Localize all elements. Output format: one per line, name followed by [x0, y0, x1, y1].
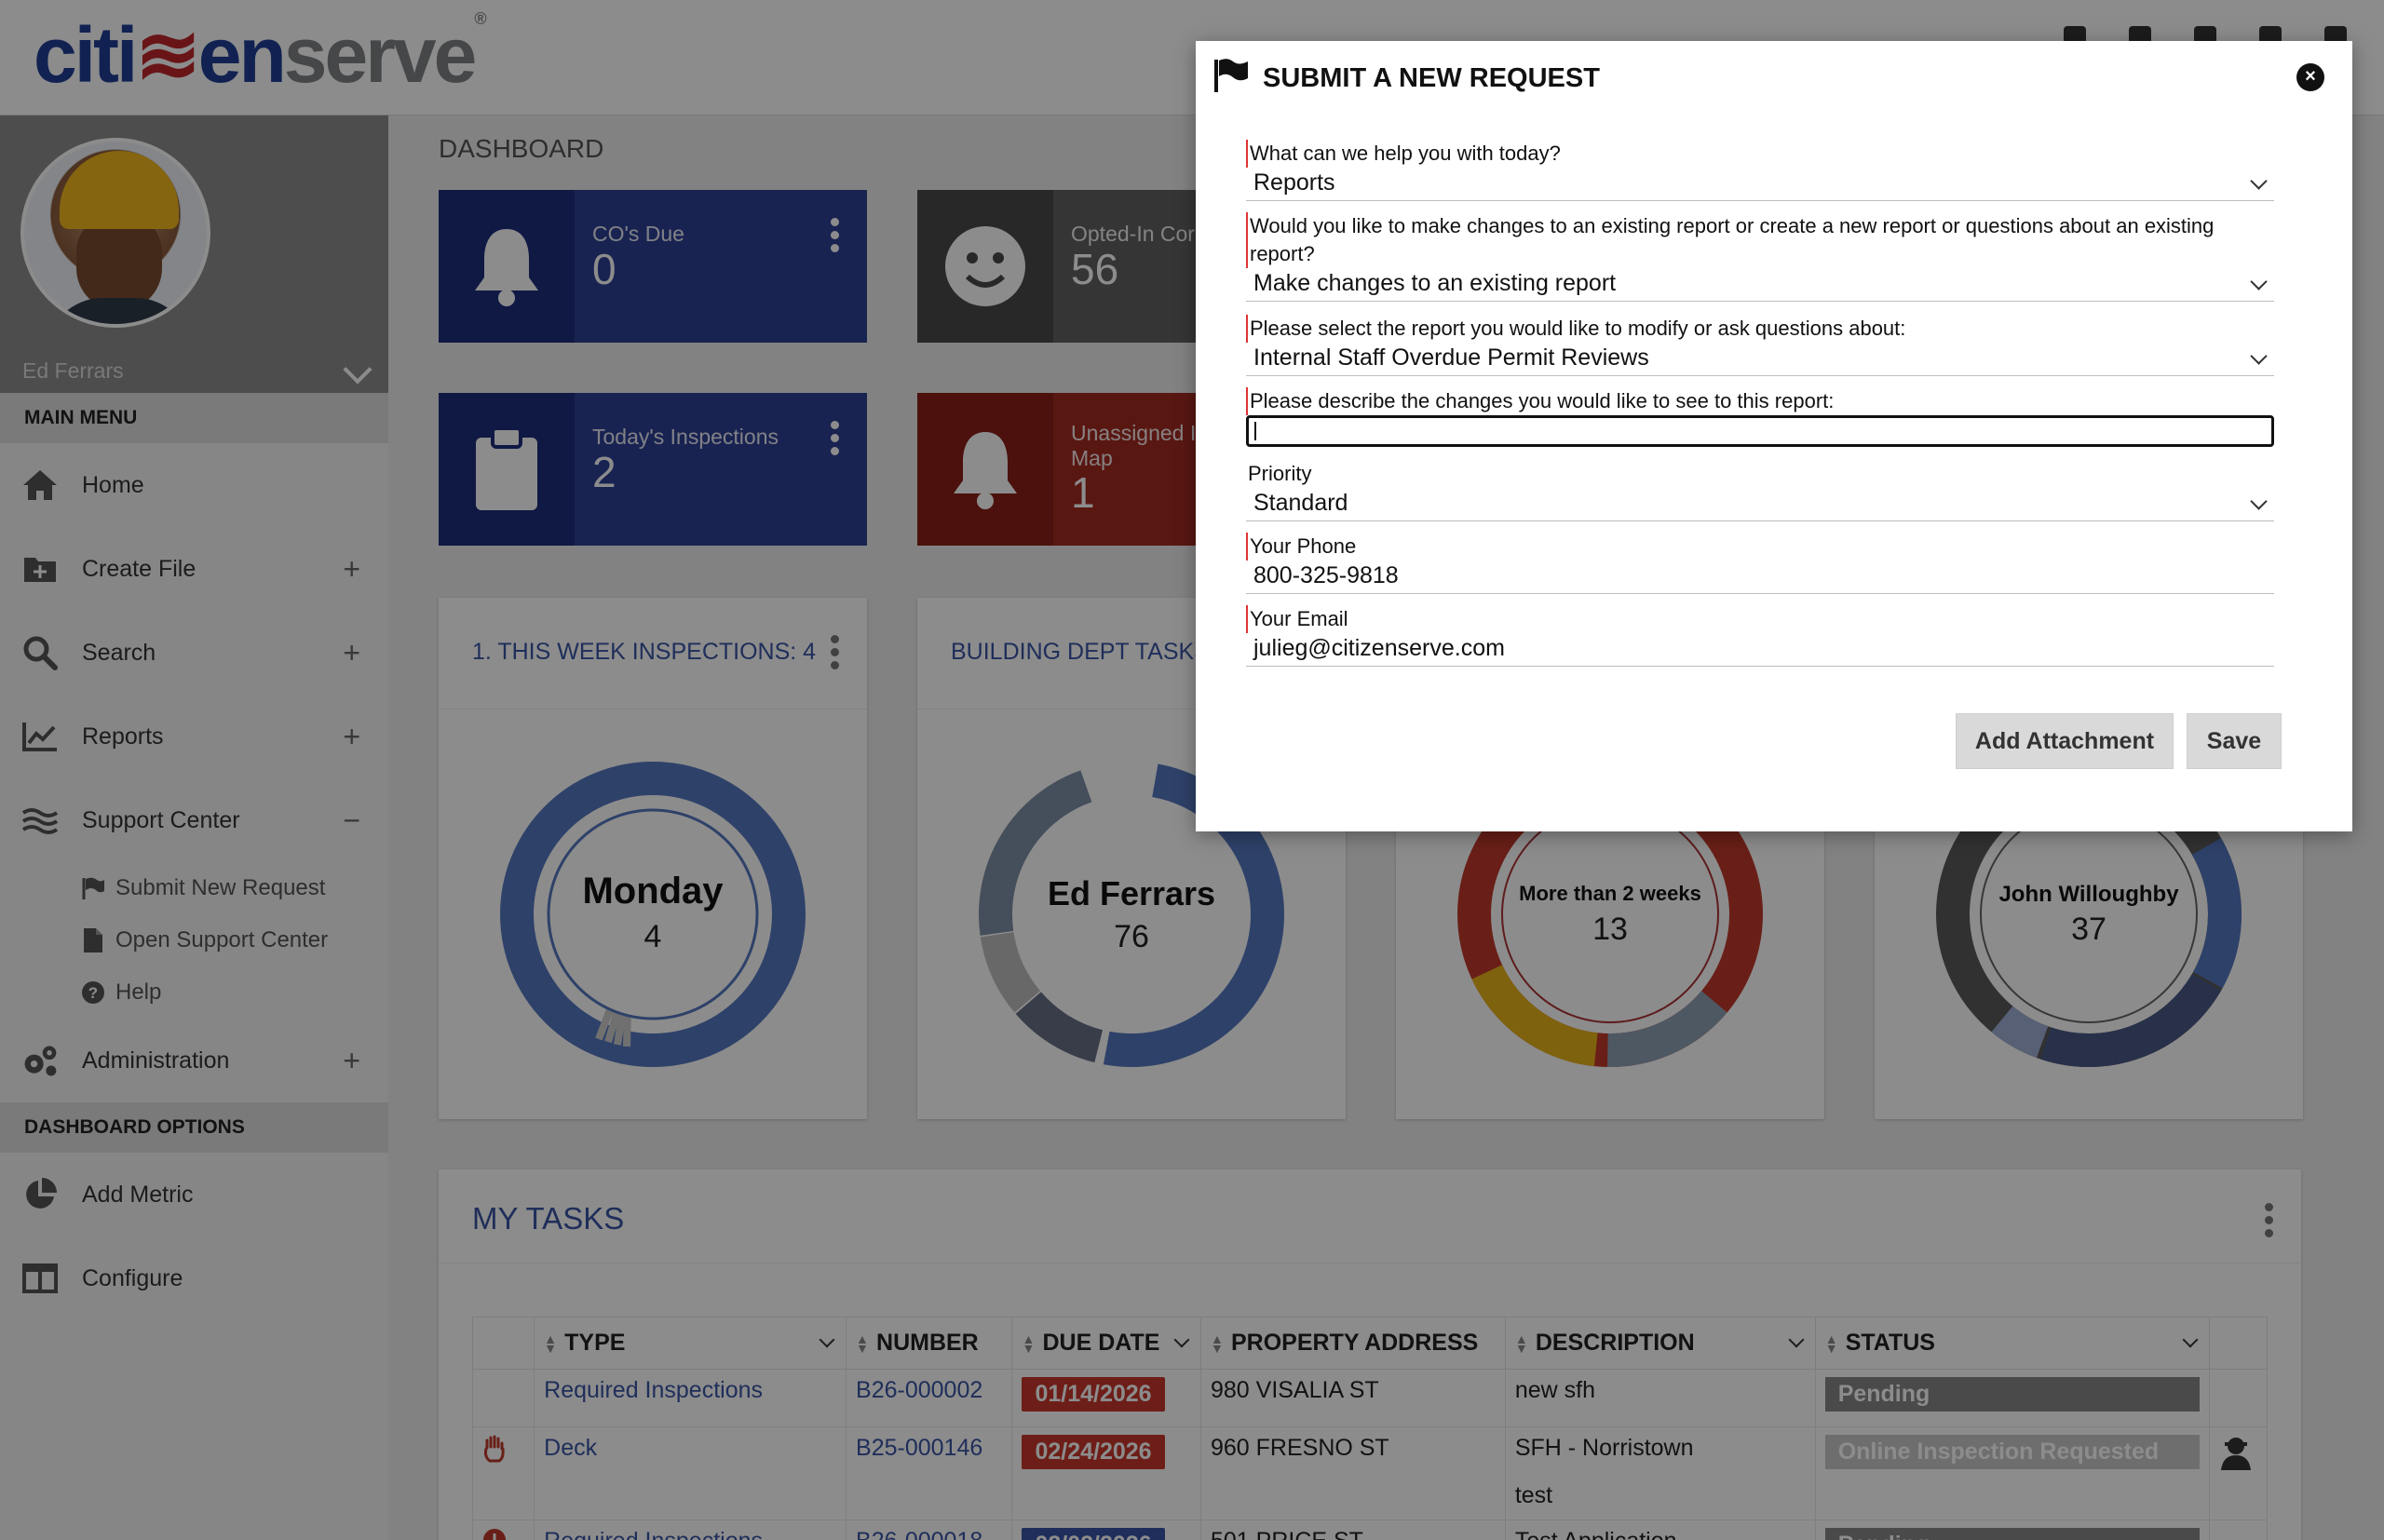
chevron-down-icon[interactable] [2250, 273, 2268, 290]
help-topic-select[interactable]: What can we help you with today? Reports [1246, 140, 2274, 201]
field-label: Priority [1248, 462, 1312, 485]
field-value[interactable]: Make changes to an existing report [1246, 268, 2274, 302]
dialog-title: SUBMIT A NEW REQUEST [1263, 63, 1600, 93]
chevron-down-icon[interactable] [2250, 172, 2268, 190]
field-label: Please describe the changes you would li… [1246, 387, 2274, 415]
close-icon[interactable]: × [2296, 63, 2324, 91]
priority-select[interactable]: Priority Standard [1246, 460, 2274, 521]
email-input[interactable]: julieg@citizenserve.com [1246, 633, 2274, 667]
field-label: Your Phone [1246, 533, 2274, 561]
field-label: Please select the report you would like … [1246, 315, 2274, 343]
report-select[interactable]: Please select the report you would like … [1246, 315, 2274, 376]
field-value[interactable]: Reports [1246, 168, 2274, 201]
phone-field[interactable]: Your Phone 800-325-9818 [1246, 533, 2274, 594]
email-field[interactable]: Your Email julieg@citizenserve.com [1246, 605, 2274, 667]
field-label: What can we help you with today? [1246, 140, 2274, 168]
field-value[interactable]: Internal Staff Overdue Permit Reviews [1246, 343, 2274, 376]
field-label: Would you like to make changes to an exi… [1246, 212, 2274, 268]
phone-input[interactable]: 800-325-9818 [1246, 561, 2274, 594]
chevron-down-icon[interactable] [2250, 493, 2268, 510]
report-change-type-select[interactable]: Would you like to make changes to an exi… [1246, 212, 2274, 302]
submit-request-dialog: SUBMIT A NEW REQUEST × What can we help … [1196, 41, 2352, 831]
field-label: Your Email [1246, 605, 2274, 633]
add-attachment-button[interactable]: Add Attachment [1956, 713, 2174, 769]
describe-changes-field[interactable]: Please describe the changes you would li… [1246, 387, 2274, 447]
flag-icon [1212, 58, 1250, 98]
field-value[interactable]: Standard [1246, 488, 2274, 521]
describe-changes-textarea[interactable] [1246, 415, 2274, 447]
chevron-down-icon[interactable] [2250, 347, 2268, 365]
save-button[interactable]: Save [2187, 713, 2282, 769]
